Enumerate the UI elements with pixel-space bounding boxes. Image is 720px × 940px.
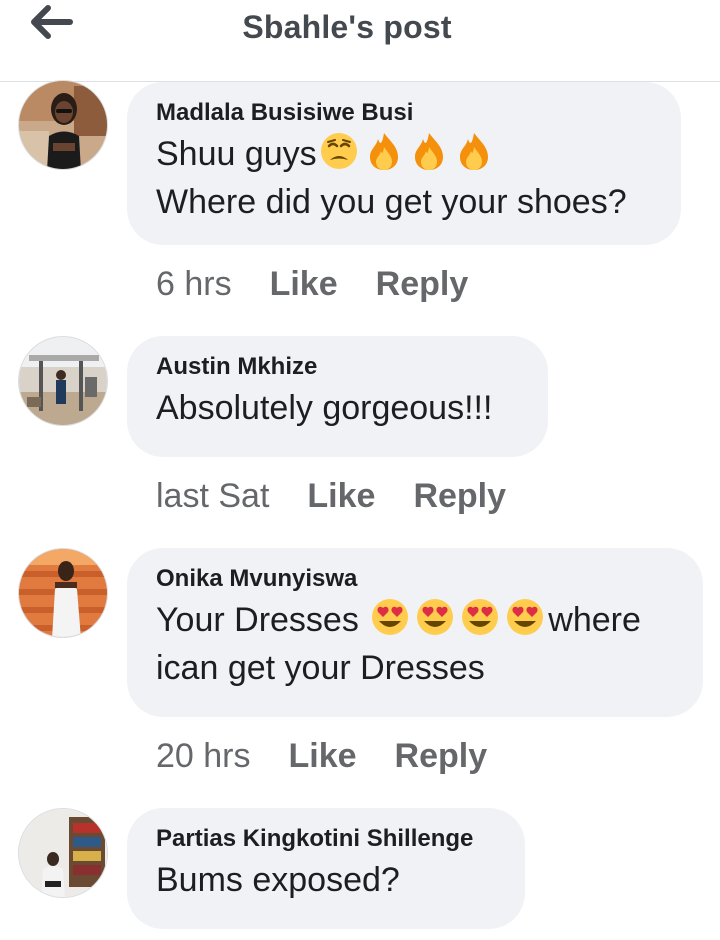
page-title: Sbahle's post bbox=[242, 9, 452, 45]
heart-eyes-emoji bbox=[505, 597, 545, 637]
comment-timestamp: 6 hrs bbox=[156, 265, 232, 303]
weary-face-emoji bbox=[319, 131, 359, 171]
comment-actions: last Sat Like Reply bbox=[156, 476, 506, 516]
avatar[interactable] bbox=[18, 808, 108, 898]
post-comments-screen: Sbahle's post Madlala Busisiwe Busi Shuu… bbox=[0, 0, 720, 940]
avatar[interactable] bbox=[18, 80, 108, 170]
comment-text: Where did you get your shoes? bbox=[156, 183, 627, 221]
fire-emoji bbox=[364, 131, 404, 171]
heart-eyes-emoji bbox=[460, 597, 500, 637]
like-button[interactable]: Like bbox=[289, 736, 357, 776]
reply-button[interactable]: Reply bbox=[413, 476, 506, 516]
comment-text: ican get your Dresses bbox=[156, 649, 485, 687]
comment-text-line: Your Dresses where bbox=[156, 596, 673, 644]
heart-eyes-emoji bbox=[415, 597, 455, 637]
heart-eyes-emoji bbox=[370, 597, 410, 637]
like-button[interactable]: Like bbox=[307, 476, 375, 516]
comment-timestamp: last Sat bbox=[156, 477, 270, 515]
comment-actions: 20 hrs Like Reply bbox=[156, 736, 487, 776]
comment-timestamp: 20 hrs bbox=[156, 737, 251, 775]
comment-author[interactable]: Onika Mvunyiswa bbox=[156, 562, 673, 596]
comment-bubble[interactable]: Madlala Busisiwe Busi Shuu guys Where di… bbox=[127, 82, 681, 245]
comment-text: Shuu guys bbox=[156, 135, 317, 173]
comment-bubble[interactable]: Partias Kingkotini Shillenge Bums expose… bbox=[127, 808, 525, 929]
comment-author[interactable]: Madlala Busisiwe Busi bbox=[156, 96, 651, 130]
comment-author[interactable]: Austin Mkhize bbox=[156, 350, 518, 384]
comment-text: Bums exposed? bbox=[156, 861, 400, 899]
fire-emoji bbox=[454, 131, 494, 171]
fire-emoji bbox=[409, 131, 449, 171]
comment-text: Your Dresses bbox=[156, 601, 369, 639]
avatar[interactable] bbox=[18, 548, 108, 638]
comment-bubble[interactable]: Austin Mkhize Absolutely gorgeous!!! bbox=[127, 336, 548, 457]
like-button[interactable]: Like bbox=[270, 264, 338, 304]
top-bar: Sbahle's post bbox=[0, 0, 720, 82]
comment-author[interactable]: Partias Kingkotini Shillenge bbox=[156, 822, 495, 856]
reply-button[interactable]: Reply bbox=[376, 264, 469, 304]
comment-text: where bbox=[548, 601, 641, 639]
comment-text-line: Shuu guys bbox=[156, 130, 651, 178]
reply-button[interactable]: Reply bbox=[395, 736, 488, 776]
comment-text: Absolutely gorgeous!!! bbox=[156, 389, 493, 427]
comment-bubble[interactable]: Onika Mvunyiswa Your Dresses where ican … bbox=[127, 548, 703, 717]
avatar[interactable] bbox=[18, 336, 108, 426]
comment-actions: 6 hrs Like Reply bbox=[156, 264, 468, 304]
